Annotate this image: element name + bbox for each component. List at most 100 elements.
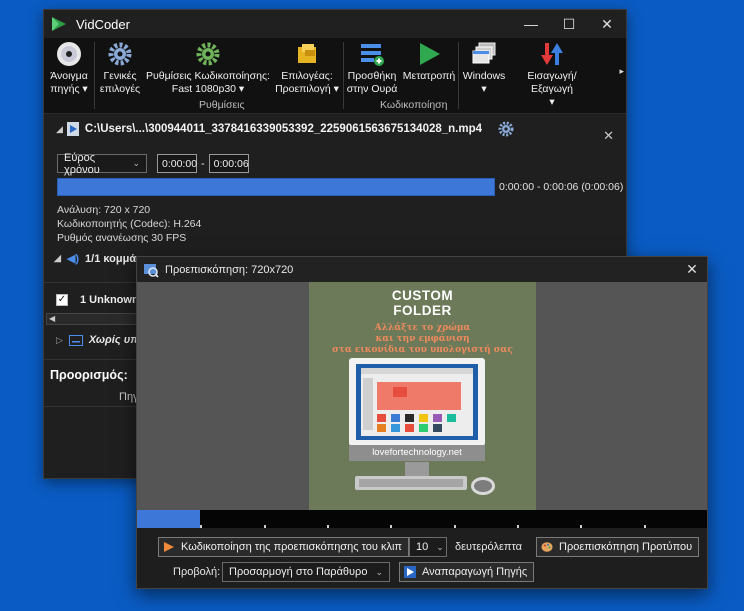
open-source-label-2: πηγής ▾ — [50, 83, 88, 95]
source-info: Ανάλυση: 720 x 720 Κωδικοποιητής (Codec)… — [57, 203, 201, 245]
view-mode-select[interactable]: Προσαρμογή στο Παράθυρο ⌄ — [222, 562, 390, 582]
audio-track-label: 1 Unknown — [80, 294, 139, 306]
view-label: Προβολή: — [173, 566, 221, 578]
range-dash: - — [201, 157, 205, 170]
preview-magnifier-icon — [144, 263, 159, 278]
preview-seek-fill — [137, 510, 200, 528]
encoding-settings-label-2: Fast 1080p30 ▾ — [171, 83, 245, 95]
thumb-subtitle-2: και την εμφάνιση — [375, 334, 470, 344]
source-settings-gear-icon[interactable] — [498, 121, 514, 137]
chevron-down-icon: ⌄ — [132, 158, 140, 168]
resolution-text: Ανάλυση: 720 x 720 — [57, 204, 151, 216]
encode-preview-clip-button[interactable]: Κωδικοποίηση της προεπισκόπησης του κλιπ — [158, 537, 409, 557]
expand-arrow-icon[interactable]: ▷ — [56, 335, 63, 346]
scroll-left-icon[interactable]: ◀ — [49, 314, 55, 323]
collapse-arrow-icon[interactable]: ◢ — [56, 124, 63, 135]
play-source-button[interactable]: Αναπαραγωγή Πηγής — [399, 562, 535, 582]
range-summary: 0:00:00 - 0:00:06 (0:00:06) — [499, 181, 624, 193]
template-preview-button[interactable]: Προεπισκόπηση Προτύπου — [536, 537, 700, 557]
range-start-input[interactable]: 0:00:00 — [157, 154, 197, 173]
play-source-label: Αναπαραγωγή Πηγής — [422, 566, 528, 578]
chevron-down-icon: ⌄ — [375, 566, 383, 577]
seconds-label: δευτερόλεπτα — [455, 541, 522, 553]
add-to-queue-label-1: Προσθήκη — [347, 70, 397, 82]
preview-seconds-select[interactable]: 10 ⌄ — [409, 537, 447, 557]
preview-stage: CUSTOM FOLDER Αλλάξτε το χρώμα και την ε… — [137, 282, 707, 510]
picker-label-1: Επιλογέας: — [281, 70, 333, 82]
subtitles-label: Χωρίς υπ — [88, 334, 139, 346]
general-options-label-1: Γενικές — [103, 70, 137, 82]
play-arrow-icon — [415, 40, 443, 68]
fps-text: Ρυθμός ανανέωσης 30 FPS — [57, 232, 187, 244]
template-preview-label: Προεπισκόπηση Προτύπου — [559, 541, 693, 553]
range-end-input[interactable]: 0:00:06 — [208, 154, 249, 173]
subtitles-header[interactable]: ▷ Χωρίς υπ — [56, 334, 138, 346]
add-to-queue-label-2: στην Ουρά — [346, 83, 398, 95]
import-export-label-2: ▾ — [549, 96, 555, 108]
play-orange-icon — [163, 541, 175, 553]
close-button[interactable]: ✕ — [588, 10, 626, 38]
thumb-heading-1: CUSTOM — [391, 288, 454, 303]
general-options-label-2: επιλογές — [99, 83, 141, 95]
gear-green-icon — [194, 40, 222, 68]
maximize-button[interactable]: ☐ — [550, 10, 588, 38]
general-options-button[interactable]: Γενικές επιλογές — [95, 38, 145, 113]
view-mode-value: Προσαρμογή στο Παράθυρο — [229, 566, 368, 578]
range-controls: Εύρος χρόνου ⌄ 0:00:00 - 0:00:06 — [57, 152, 249, 176]
picker-label-2: Προεπιλογή ▾ — [275, 83, 339, 95]
thumb-site-text: lovefortechnology.net — [349, 445, 485, 461]
app-title: VidCoder — [76, 16, 130, 32]
audio-track-row[interactable]: ✓ 1 Unknown — [56, 294, 139, 306]
picker-button[interactable]: Επιλογέας: Προεπιλογή ▾ — [271, 38, 343, 113]
convert-label: Μετατροπή — [402, 70, 456, 82]
import-export-arrows-icon — [538, 40, 566, 68]
windows-label-1: Windows — [462, 70, 506, 82]
queue-add-icon — [358, 40, 386, 68]
monitor-illustration — [349, 358, 495, 495]
thumb-subtitle-1: Αλλάξτε το χρώμα — [374, 323, 471, 333]
preview-frame: CUSTOM FOLDER Αλλάξτε το χρώμα και την ε… — [309, 282, 536, 510]
folder-picker-icon — [293, 40, 321, 68]
source-path: C:\Users\...\300944011_3378416339053392_… — [84, 123, 483, 135]
encode-preview-clip-label: Κωδικοποίηση της προεπισκόπησης του κλιπ — [181, 541, 402, 553]
open-source-label-1: Άνοιγμα — [50, 70, 88, 82]
import-export-label-1: Εισαγωγή/Εξαγωγή — [527, 70, 577, 95]
video-file-icon — [66, 122, 79, 136]
windows-label-2: ▾ — [481, 83, 487, 95]
ribbon-group-settings: Ρυθμίσεις — [199, 99, 245, 111]
gear-icon — [106, 40, 134, 68]
audio-track-checkbox[interactable]: ✓ — [56, 294, 68, 306]
play-blue-icon — [404, 566, 416, 578]
open-source-button[interactable]: Άνοιγμα πηγής ▾ — [44, 38, 94, 113]
collapse-arrow-icon[interactable]: ◢ — [54, 253, 61, 264]
import-export-button[interactable]: Εισαγωγή/Εξαγωγή ▾ — [509, 38, 595, 113]
preview-title-bar[interactable]: Προεπισκόπηση: 720x720 ✕ — [137, 257, 707, 282]
title-bar[interactable]: VidCoder — ☐ ✕ — [44, 10, 626, 38]
vidcoder-logo-icon — [52, 17, 66, 31]
source-header: ◢ C:\Users\...\300944011_337841633905339… — [44, 114, 626, 144]
speaker-icon: ◀) — [66, 253, 80, 265]
ribbon-overflow-arrow[interactable]: ▸ — [619, 66, 624, 77]
range-slider[interactable] — [57, 178, 495, 196]
preview-seekbar[interactable] — [137, 510, 707, 528]
audio-tracks-header[interactable]: ◢ ◀) 1/1 κομμάτ — [54, 252, 141, 266]
preview-controls: Κωδικοποίηση της προεπισκόπησης του κλιπ… — [137, 528, 707, 588]
destination-label: Προορισμός: — [50, 368, 128, 382]
chevron-down-icon: ⌄ — [436, 541, 444, 552]
windows-menu-button[interactable]: Windows ▾ — [459, 38, 509, 113]
minimize-button[interactable]: — — [512, 10, 550, 38]
preview-title: Προεπισκόπηση: 720x720 — [165, 263, 294, 276]
preview-window: Προεπισκόπηση: 720x720 ✕ CUSTOM FOLDER Α… — [136, 256, 708, 589]
subtitles-icon — [68, 334, 83, 346]
ribbon-group-encoding: Κωδικοποίηση — [380, 99, 448, 111]
source-close-icon[interactable]: ✕ — [603, 128, 614, 144]
preview-close-button[interactable]: ✕ — [677, 261, 707, 278]
thumb-heading-2: FOLDER — [393, 303, 452, 318]
horizontal-scrollbar[interactable]: ◀ — [46, 313, 138, 325]
codec-text: Κωδικοποιητής (Codec): H.264 — [57, 218, 202, 230]
encoding-settings-label-1: Ρυθμίσεις Κωδικοποίησης: — [146, 70, 270, 82]
preview-seconds-value: 10 — [416, 541, 429, 553]
thumb-subtitle-3: στα εικονίδια του υπολογιστή σας — [332, 345, 513, 355]
disc-icon — [55, 40, 83, 68]
range-type-select[interactable]: Εύρος χρόνου ⌄ — [57, 152, 147, 176]
